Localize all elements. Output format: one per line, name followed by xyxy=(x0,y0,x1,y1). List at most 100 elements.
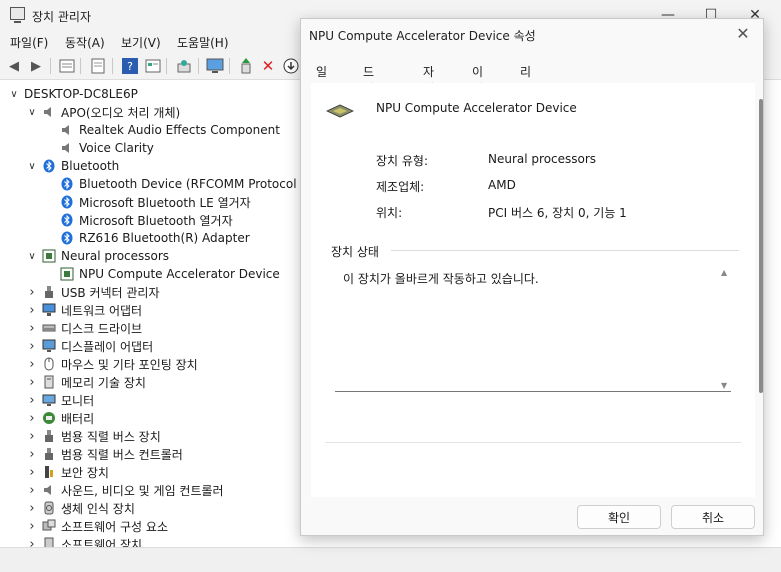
chevron-right-icon[interactable]: › xyxy=(26,483,38,498)
scroll-up-icon[interactable]: ▲ xyxy=(721,268,727,277)
device-type-label: 장치 유형: xyxy=(376,154,429,168)
chevron-down-icon[interactable]: ∨ xyxy=(26,161,38,172)
chevron-right-icon[interactable]: › xyxy=(26,285,38,300)
tree-device[interactable]: Voice Clarity xyxy=(44,139,154,157)
chevron-right-icon[interactable]: › xyxy=(26,357,38,372)
tree-category[interactable]: › 보안 장치 xyxy=(26,463,109,481)
location-label: 위치: xyxy=(376,206,403,220)
battery-icon xyxy=(42,411,56,425)
tree-item-label: NPU Compute Accelerator Device xyxy=(79,267,280,281)
chevron-down-icon[interactable]: ∨ xyxy=(26,251,38,262)
tree-category[interactable]: › 모니터 xyxy=(26,391,94,409)
fingerprint-icon xyxy=(42,501,56,515)
tree-category[interactable]: › 배터리 xyxy=(26,409,94,427)
status-scrollbar[interactable]: ▲ ▼ xyxy=(719,266,731,392)
tree-category[interactable]: › 생체 인식 장치 xyxy=(26,499,135,517)
menu-file[interactable]: 파일(F) xyxy=(10,34,48,51)
chevron-right-icon[interactable]: › xyxy=(26,303,38,318)
tree-item-label: 소프트웨어 구성 요소 xyxy=(61,519,168,534)
tree-category[interactable]: › 마우스 및 기타 포인팅 장치 xyxy=(26,355,197,373)
tree-category[interactable]: ∨ Bluetooth xyxy=(26,157,119,175)
tree-category[interactable]: › 사운드, 비디오 및 게임 컨트롤러 xyxy=(26,481,223,499)
location-value: PCI 버스 6, 장치 0, 기능 1 xyxy=(488,206,627,220)
tree-category[interactable]: ∨ APO(오디오 처리 개체) xyxy=(26,103,180,121)
memory-icon xyxy=(42,375,56,389)
tree-item-label: 소프트웨어 장치 xyxy=(61,537,143,548)
chip-icon xyxy=(60,267,74,281)
tree-device[interactable]: Realtek Audio Effects Component xyxy=(44,121,280,139)
add-driver-icon[interactable] xyxy=(237,57,255,75)
back-arrow-icon[interactable]: ◀ xyxy=(5,57,23,75)
scroll-down-icon[interactable]: ▼ xyxy=(721,381,727,390)
tree-device[interactable]: RZ616 Bluetooth(R) Adapter xyxy=(44,229,250,247)
toolbar-separator xyxy=(198,58,199,74)
chevron-right-icon[interactable]: › xyxy=(26,429,38,444)
chevron-right-icon[interactable]: › xyxy=(26,375,38,390)
tree-item-label: 보안 장치 xyxy=(61,465,109,480)
menu-view[interactable]: 보기(V) xyxy=(121,34,161,51)
chevron-right-icon[interactable]: › xyxy=(26,411,38,426)
disk-icon xyxy=(42,321,56,335)
chevron-down-icon[interactable]: ∨ xyxy=(26,107,38,118)
chevron-right-icon[interactable]: › xyxy=(26,501,38,516)
tree-category[interactable]: › USB 커넥터 관리자 xyxy=(26,283,159,301)
chevron-right-icon[interactable]: › xyxy=(26,465,38,480)
speaker-icon xyxy=(60,141,74,155)
tree-category[interactable]: › 범용 직렬 버스 장치 xyxy=(26,427,160,445)
ok-button[interactable]: 확인 xyxy=(577,505,661,529)
tree-category[interactable]: › 디스크 드라이브 xyxy=(26,319,142,337)
tree-device[interactable]: Microsoft Bluetooth LE 열거자 xyxy=(44,193,251,211)
tree-item-label: 디스플레이 어댑터 xyxy=(61,339,154,354)
status-bar xyxy=(0,547,781,572)
chevron-right-icon[interactable]: › xyxy=(26,321,38,336)
tree-device[interactable]: Microsoft Bluetooth 열거자 xyxy=(44,211,233,229)
view-icon[interactable] xyxy=(144,57,162,75)
tree-item-label: 생체 인식 장치 xyxy=(61,501,135,516)
toolbar-separator xyxy=(229,58,230,74)
chevron-right-icon[interactable]: › xyxy=(26,393,38,408)
tree-category[interactable]: › 소프트웨어 장치 xyxy=(26,535,142,547)
speaker-icon xyxy=(60,123,74,137)
properties-dialog: NPU Compute Accelerator Device 속성 ✕ 일반 드… xyxy=(300,18,764,536)
tree-device[interactable]: Bluetooth Device (RFCOMM Protocol TDI) xyxy=(44,175,300,193)
manufacturer-label: 제조업체: xyxy=(376,180,425,194)
download-icon[interactable] xyxy=(282,57,300,75)
speaker-icon xyxy=(42,483,56,497)
tree-category[interactable]: › 범용 직렬 버스 컨트롤러 xyxy=(26,445,182,463)
chevron-right-icon[interactable]: › xyxy=(26,519,38,534)
menu-help[interactable]: 도움말(H) xyxy=(177,34,229,51)
scan-icon[interactable] xyxy=(175,57,193,75)
tree-category[interactable]: › 네트워크 어댑터 xyxy=(26,301,142,319)
tree-category[interactable]: › 소프트웨어 구성 요소 xyxy=(26,517,168,535)
document-icon[interactable] xyxy=(89,57,107,75)
properties-icon[interactable] xyxy=(58,57,76,75)
component-icon xyxy=(42,519,56,533)
tree-category[interactable]: ∨ Neural processors xyxy=(26,247,169,265)
monitor-icon[interactable] xyxy=(206,57,224,75)
tree-category[interactable]: › 디스플레이 어댑터 xyxy=(26,337,153,355)
tree-device[interactable]: NPU Compute Accelerator Device xyxy=(44,265,280,283)
cancel-button[interactable]: 취소 xyxy=(671,505,755,529)
chevron-right-icon[interactable]: › xyxy=(26,537,38,548)
device-status-label: 장치 상태 xyxy=(331,243,383,260)
usb-icon xyxy=(42,429,56,443)
chip-icon xyxy=(42,249,56,263)
help-icon[interactable]: ? xyxy=(121,57,139,75)
device-tree: ∨ DESKTOP-DC8LE6P ∨ APO(오디오 처리 개체) Realtek A… xyxy=(0,81,300,547)
tree-category[interactable]: › 메모리 기술 장치 xyxy=(26,373,146,391)
tree-item-label: Bluetooth Device (RFCOMM Protocol TDI) xyxy=(79,177,300,191)
tree-item-label: Voice Clarity xyxy=(79,141,154,155)
chevron-down-icon[interactable]: ∨ xyxy=(8,89,20,100)
panel-divider xyxy=(325,442,741,443)
dialog-scrollbar-thumb[interactable] xyxy=(759,99,763,393)
chevron-right-icon[interactable]: › xyxy=(26,447,38,462)
bluetooth-icon xyxy=(60,231,74,245)
menu-action[interactable]: 동작(A) xyxy=(65,34,105,51)
chevron-right-icon[interactable]: › xyxy=(26,339,38,354)
dialog-close-button[interactable]: ✕ xyxy=(733,24,753,43)
tree-root[interactable]: ∨ DESKTOP-DC8LE6P xyxy=(8,85,138,103)
device-status-textbox[interactable]: 이 장치가 올바르게 작동하고 있습니다. ▲ ▼ xyxy=(335,266,731,392)
remove-icon[interactable]: ✕ xyxy=(259,57,277,75)
forward-arrow-icon[interactable]: ▶ xyxy=(27,57,45,75)
toolbar-separator xyxy=(80,58,81,74)
